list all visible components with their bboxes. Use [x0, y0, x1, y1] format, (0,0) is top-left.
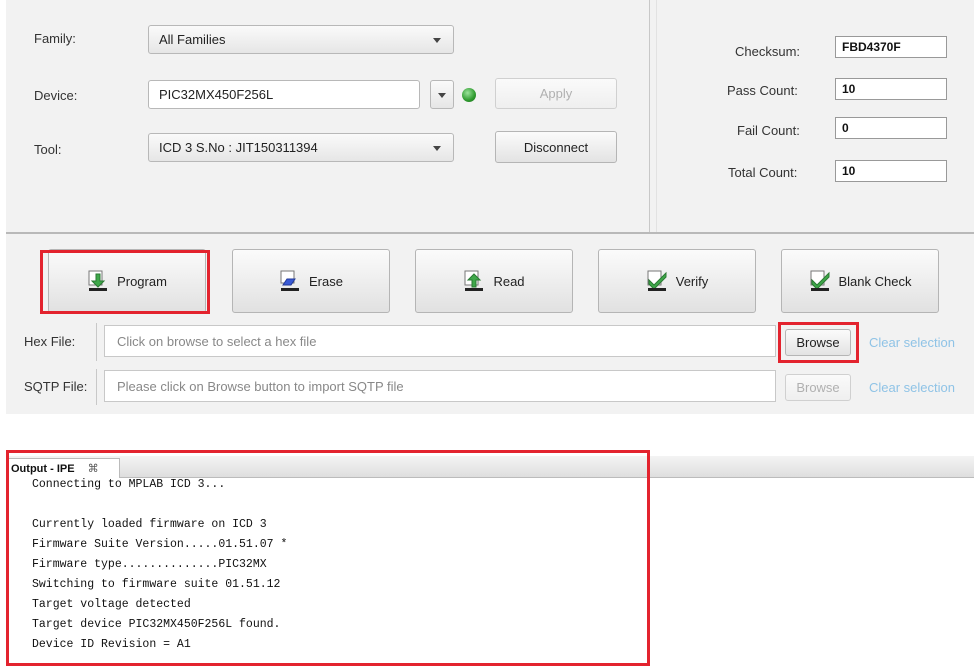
- device-dropdown-button[interactable]: [430, 80, 454, 109]
- erase-button[interactable]: Erase: [232, 249, 390, 313]
- tool-select-value: ICD 3 S.No : JIT150311394: [159, 140, 318, 155]
- program-highlight: [40, 250, 210, 314]
- output-highlight: [6, 450, 650, 666]
- fail-count-label: Fail Count:: [737, 123, 800, 138]
- browse-highlight: [778, 322, 859, 363]
- erase-icon: [279, 270, 301, 292]
- pass-count-label: Pass Count:: [727, 83, 798, 98]
- verify-button-label: Verify: [675, 273, 709, 289]
- panel-divider: [649, 0, 650, 232]
- status-led-icon: [462, 88, 476, 102]
- device-select-value: PIC32MX450F256L: [159, 87, 274, 102]
- apply-button[interactable]: Apply: [495, 78, 617, 109]
- blank-check-button[interactable]: Blank Check: [781, 249, 939, 313]
- checksum-label: Checksum:: [735, 44, 801, 59]
- hex-clear-selection-link[interactable]: Clear selection: [869, 335, 955, 350]
- sqtp-file-input[interactable]: Please click on Browse button to import …: [104, 370, 776, 402]
- blank-check-button-label: Blank Check: [838, 273, 912, 289]
- erase-button-label: Erase: [309, 273, 343, 289]
- panel-divider-shadow: [656, 0, 657, 232]
- fail-count-field: 0: [835, 117, 947, 139]
- family-select[interactable]: All Families: [148, 25, 454, 54]
- total-count-label: Total Count:: [728, 165, 798, 180]
- row-separator: [96, 323, 97, 361]
- tool-select[interactable]: ICD 3 S.No : JIT150311394: [148, 133, 454, 162]
- chevron-down-icon: [438, 93, 446, 98]
- sqtp-browse-button[interactable]: Browse: [785, 374, 851, 401]
- device-label: Device:: [34, 88, 78, 103]
- blank-check-icon: [809, 270, 831, 292]
- device-select[interactable]: PIC32MX450F256L: [148, 80, 420, 109]
- sqtp-file-label: SQTP File:: [24, 379, 88, 394]
- chevron-down-icon: [433, 38, 441, 43]
- row-separator: [96, 369, 97, 405]
- verify-icon: [646, 270, 668, 292]
- pass-count-field: 10: [835, 78, 947, 100]
- family-select-value: All Families: [159, 32, 226, 47]
- verify-button[interactable]: Verify: [598, 249, 756, 313]
- chevron-down-icon: [433, 146, 441, 151]
- checksum-field: FBD4370F: [835, 36, 947, 58]
- read-icon: [463, 270, 485, 292]
- total-count-field: 10: [835, 160, 947, 182]
- hex-file-label: Hex File:: [24, 334, 76, 349]
- sqtp-clear-selection-link[interactable]: Clear selection: [869, 380, 955, 395]
- family-label: Family:: [34, 31, 76, 46]
- read-button[interactable]: Read: [415, 249, 573, 313]
- tool-label: Tool:: [34, 142, 62, 157]
- disconnect-button[interactable]: Disconnect: [495, 131, 617, 163]
- hex-file-input[interactable]: Click on browse to select a hex file: [104, 325, 776, 357]
- read-button-label: Read: [493, 273, 525, 289]
